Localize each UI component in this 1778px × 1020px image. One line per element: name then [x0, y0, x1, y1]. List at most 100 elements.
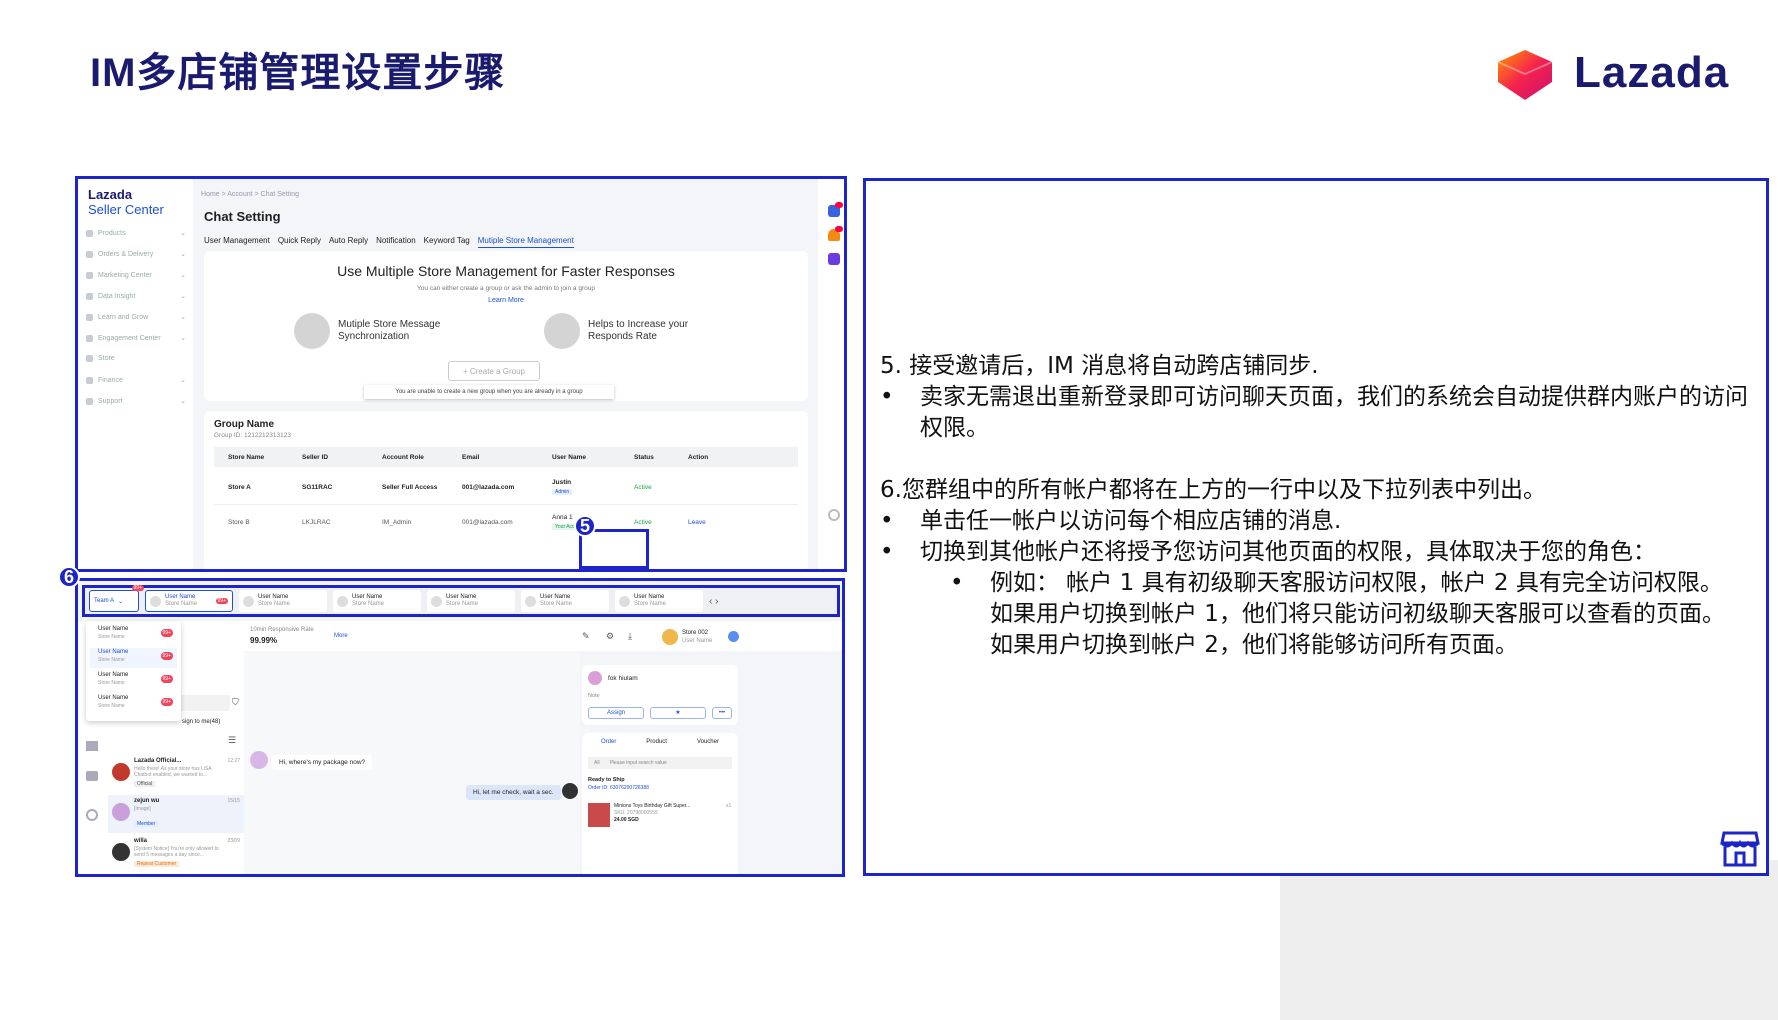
dropdown-item[interactable]: User Name Store Name 99+ — [90, 648, 177, 668]
store-header[interactable]: Store 002 User Name — [682, 629, 712, 645]
store-tab[interactable]: User Name Store Name 99+ — [145, 590, 233, 612]
sidebar-item[interactable]: Orders & Delivery ⌄ — [86, 250, 186, 258]
list-item[interactable]: Lazada Official... 12:27 Hello there! As y… — [108, 755, 244, 793]
menu-icon — [86, 376, 93, 384]
tab-notification[interactable]: Notification — [376, 236, 416, 248]
chart-icon[interactable] — [86, 741, 98, 751]
list-item[interactable]: willa 23/09 [System Notice] You're only al… — [108, 835, 244, 873]
seller-center-brand: Lazada Seller Center — [88, 187, 164, 217]
tab-product[interactable]: Product — [646, 739, 667, 745]
tab-quick-reply[interactable]: Quick Reply — [278, 236, 321, 248]
avatar — [112, 803, 130, 821]
rating-button[interactable]: ★ — [650, 707, 706, 719]
menu-icon — [86, 271, 93, 279]
table-row: Store A SG11RAC Seller Full Access 001@l… — [214, 471, 798, 505]
tab-multiple-store[interactable]: Mutiple Store Management — [477, 236, 574, 248]
briefcase-icon[interactable] — [86, 771, 98, 781]
team-selector[interactable]: Team A ⌄ 99+ — [89, 585, 144, 612]
more-options-button[interactable]: ••• — [712, 707, 732, 719]
dropdown-item[interactable]: User Name Store Name 99+ — [90, 671, 177, 691]
promo-heading: Use Multiple Store Management for Faster… — [337, 263, 675, 279]
assign-button[interactable]: Assign — [588, 707, 644, 719]
learn-more-link[interactable]: Learn More — [204, 297, 808, 304]
instructions-panel: 5. 接受邀请后，IM 消息将自动跨店铺同步. 卖家无需退出重新登录即可访问聊天… — [863, 178, 1769, 876]
background-shape — [1280, 860, 1778, 1020]
avatar — [337, 595, 348, 607]
tab-auto-reply[interactable]: Auto Reply — [329, 236, 368, 248]
avatar — [525, 595, 536, 607]
sidebar-item[interactable]: Finance ⌄ — [86, 376, 186, 384]
group-id: Group ID: 1212212313123 — [214, 432, 291, 439]
group-name: Group Name — [214, 419, 275, 430]
dropdown-item[interactable]: User Name Store Name 99+ — [90, 694, 177, 714]
order-item: Minions Toys Birthday Gift Super... SKU: … — [614, 803, 691, 823]
step-5-callout: 5 — [574, 515, 596, 537]
store-dropdown: User Name Store Name 99+ User Name Store Nam… — [86, 621, 181, 721]
list-icon[interactable]: ☰ — [228, 735, 236, 746]
filter-icon[interactable]: ⛉ — [232, 697, 239, 708]
heart-icon[interactable] — [828, 253, 840, 265]
sidebar-item[interactable]: Products ⌄ — [86, 229, 186, 237]
feature-icon — [544, 313, 580, 349]
store-tab[interactable]: User Name Store Name — [239, 590, 327, 612]
tab-scroll-arrows[interactable]: ‹ › — [709, 596, 718, 607]
feature-sync-label: Mutiple Store Message Synchronization — [338, 319, 441, 342]
chevron-down-icon: ⌄ — [180, 335, 186, 342]
step-6-bullet-2: 切换到其他帐户还将授予您访问其他页面的权限，具体取决于您的角色： — [880, 537, 1750, 568]
tab-order[interactable]: Order — [601, 739, 616, 745]
customer-tag: Repeat Customer — [134, 861, 180, 867]
edit-icon[interactable]: ✎ — [582, 631, 590, 642]
tab-user-management[interactable]: User Management — [204, 236, 270, 248]
assign-to-me[interactable]: sign to me(48) — [182, 719, 220, 725]
sidebar-item[interactable]: Engagement Center ⌄ — [86, 334, 186, 342]
tab-voucher[interactable]: Voucher — [697, 739, 719, 745]
leave-link[interactable]: Leave — [688, 519, 706, 526]
dropdown-item[interactable]: User Name Store Name 99+ — [90, 625, 177, 645]
order-tabs: Order Product Voucher — [586, 739, 734, 745]
chevron-down-icon: ⌄ — [180, 314, 186, 321]
order-search[interactable]: All Please input search value — [588, 757, 732, 769]
store-tab-row: Team A ⌄ 99+ User Name Store Name 99+ User Na… — [82, 585, 840, 617]
outgoing-message: Hi, let me check, wait a sec. — [466, 785, 561, 800]
gear-icon[interactable] — [828, 509, 840, 521]
sidebar-item[interactable]: Store — [86, 355, 186, 362]
chevron-down-icon: ⌄ — [180, 272, 186, 279]
gear-icon[interactable] — [86, 809, 98, 821]
sidebar-item[interactable]: Marketing Center ⌄ — [86, 271, 186, 279]
menu-icon — [86, 250, 93, 258]
breadcrumb: Home > Account > Chat Setting — [201, 191, 300, 198]
unread-badge: 99+ — [160, 675, 173, 683]
menu-icon — [86, 313, 93, 321]
store-tab[interactable]: User Name Store Name — [615, 590, 703, 612]
store-tab[interactable]: User Name Store Name — [521, 590, 609, 612]
store-tab[interactable]: User Name Store Name — [427, 590, 515, 612]
sidebar-item[interactable]: Learn and Grow ⌄ — [86, 313, 186, 321]
unread-badge: 99+ — [215, 598, 228, 604]
response-rate-label: 10min Responsive Rate — [250, 627, 314, 633]
chat-icon[interactable] — [828, 202, 843, 217]
settings-tabs: User Management Quick Reply Auto Reply N… — [204, 236, 574, 248]
instructions-text: 5. 接受邀请后，IM 消息将自动跨店铺同步. 卖家无需退出重新登录即可访问聊天… — [880, 351, 1750, 661]
store-tab[interactable]: User Name Store Name — [333, 590, 421, 612]
customer-card: fok hiulam Note Assign ★ ••• — [582, 665, 738, 725]
download-icon[interactable]: ⤓ — [628, 631, 632, 642]
sidebar-item[interactable]: Support ⌄ — [86, 397, 186, 405]
list-item[interactable]: zejun wu 15/15 [Image] Member — [108, 795, 244, 833]
step-6-callout: 6 — [58, 566, 80, 588]
sidebar-item[interactable]: Data Insight ⌄ — [86, 292, 186, 300]
step-6-heading: 6.您群组中的所有帐户都将在上方的一行中以及下拉列表中列出。 — [880, 477, 1546, 503]
chevron-down-icon: ⌄ — [180, 230, 186, 237]
settings-icon[interactable]: ⚙ — [606, 631, 614, 642]
tab-keyword-tag[interactable]: Keyword Tag — [424, 236, 470, 248]
more-link[interactable]: More — [334, 633, 348, 639]
chevron-down-icon: ⌄ — [118, 598, 124, 605]
feature-icon — [294, 313, 330, 349]
create-group-button[interactable]: + Create a Group — [448, 361, 540, 381]
order-id[interactable]: Order ID: 63076200726388 — [588, 785, 649, 791]
menu-icon — [86, 292, 93, 300]
bell-icon[interactable] — [828, 226, 843, 241]
note-label[interactable]: Note — [588, 693, 600, 699]
avatar — [243, 595, 254, 607]
dropdown-icon[interactable] — [728, 631, 739, 642]
chevron-down-icon: ⌄ — [180, 251, 186, 258]
